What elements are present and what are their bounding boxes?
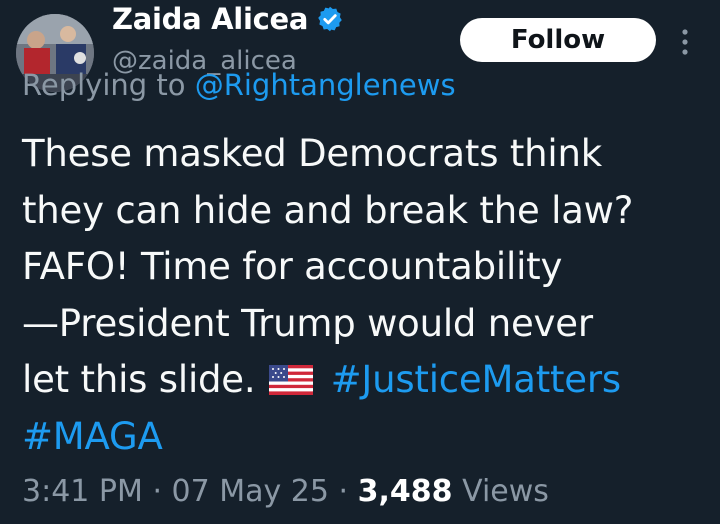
tweet-line: they can hide and break the law? — [22, 188, 634, 232]
author-name-row: Zaida Alicea — [112, 2, 344, 36]
meta-separator: · — [338, 474, 349, 509]
tweet-time[interactable]: 3:41 PM — [22, 474, 143, 509]
follow-button[interactable]: Follow — [460, 18, 656, 62]
tweet-meta: 3:41 PM · 07 May 25 · 3,488 Views — [22, 474, 549, 509]
tweet-line: —President Trump would never — [22, 301, 593, 345]
tweet-line-5: let this slide. #JusticeMatters — [22, 352, 712, 409]
tweet-text: These masked Democrats think they can hi… — [22, 126, 712, 465]
tweet-date[interactable]: 07 May 25 — [172, 474, 329, 509]
views-count[interactable]: 3,488 — [358, 474, 453, 509]
reply-mention-link[interactable]: @Rightanglenews — [195, 68, 456, 102]
tweet-line-6: #MAGA — [22, 409, 712, 466]
tweet-line-text: let this slide. — [22, 358, 256, 401]
verified-badge-icon — [318, 6, 342, 32]
replying-to-label: Replying to — [22, 68, 186, 102]
views-label: Views — [462, 474, 549, 509]
replying-to: Replying to @Rightanglenews — [22, 68, 456, 102]
display-name[interactable]: Zaida Alicea — [112, 2, 308, 36]
hashtag-link[interactable]: #MAGA — [22, 415, 163, 458]
tweet-line: These masked Democrats think — [22, 132, 602, 175]
hashtag-link[interactable]: #JusticeMatters — [331, 358, 622, 401]
us-flag-icon — [269, 365, 313, 395]
meta-separator: · — [152, 474, 162, 509]
vertical-ellipsis-icon[interactable] — [676, 24, 694, 60]
tweet-line: FAFO! Time for accountability — [22, 245, 563, 288]
